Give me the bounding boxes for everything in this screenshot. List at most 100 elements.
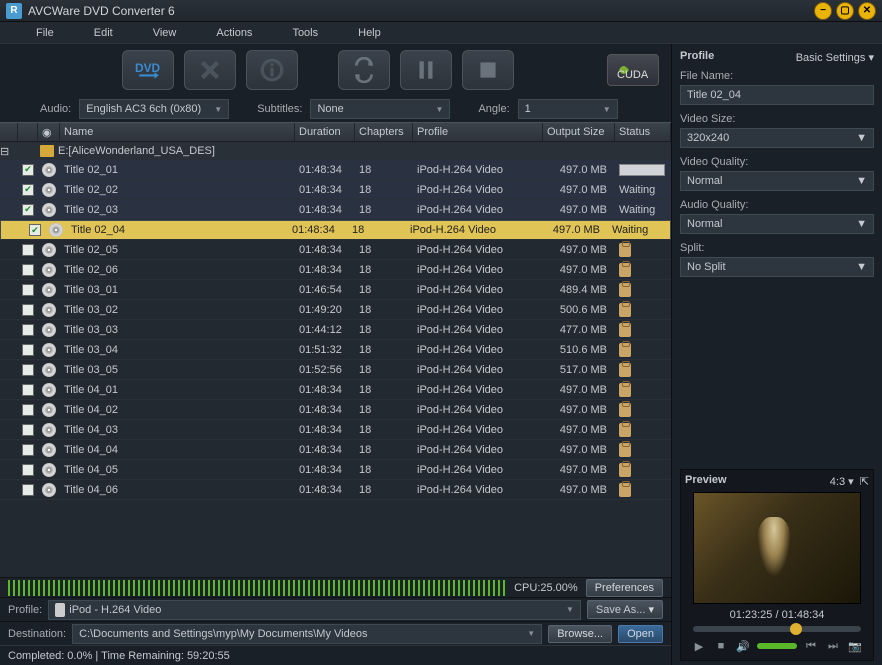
table-row[interactable]: Title 04_0601:48:3418iPod-H.264 Video497… [0,480,671,500]
row-name: Title 02_04 [67,221,288,239]
row-checkbox[interactable] [22,164,34,176]
table-row[interactable]: Title 04_0101:48:3418iPod-H.264 Video497… [0,380,671,400]
row-checkbox[interactable] [22,404,34,416]
col-profile[interactable]: Profile [413,123,543,141]
row-chapters: 18 [355,340,413,359]
split-select[interactable]: No Split▼ [680,257,874,277]
menu-help[interactable]: Help [338,24,401,42]
menu-tools[interactable]: Tools [272,24,338,42]
table-row[interactable]: Title 04_0201:48:3418iPod-H.264 Video497… [0,400,671,420]
row-checkbox[interactable] [22,284,34,296]
table-row[interactable]: Title 03_0301:44:1218iPod-H.264 Video477… [0,320,671,340]
row-checkbox[interactable] [22,264,34,276]
split-label: Split: [680,242,874,254]
row-name: Title 04_02 [60,400,295,419]
info-button[interactable] [246,50,298,90]
table-row[interactable]: Title 02_0401:48:3418iPod-H.264 Video497… [0,220,671,240]
videosize-select[interactable]: 320x240▼ [680,128,874,148]
row-chapters: 18 [355,380,413,399]
save-as-button[interactable]: Save As... ▾ [587,600,663,619]
table-row[interactable]: Title 03_0501:52:5618iPod-H.264 Video517… [0,360,671,380]
row-checkbox[interactable] [22,324,34,336]
audioq-select[interactable]: Normal▼ [680,214,874,234]
popout-icon[interactable]: ⇱ [860,476,869,488]
delete-button[interactable] [184,50,236,90]
row-chapters: 18 [355,240,413,259]
disc-icon [42,363,56,377]
preview-ratio[interactable]: 4:3 ▾ ⇱ [830,475,869,488]
close-button[interactable]: ✕ [858,2,876,20]
open-button[interactable]: Open [618,625,663,643]
pause-button[interactable] [400,50,452,90]
row-checkbox[interactable] [22,184,34,196]
col-status[interactable]: Status [615,123,671,141]
play-button[interactable]: ▶ [691,638,707,654]
subtitles-select[interactable]: None▼ [310,99,450,119]
collapse-icon[interactable]: ⊟ [0,145,18,158]
table-row[interactable]: Title 03_0201:49:2018iPod-H.264 Video500… [0,300,671,320]
row-checkbox[interactable] [22,304,34,316]
title-table[interactable]: ⊟E:[AliceWonderland_USA_DES]Title 02_010… [0,142,671,577]
menu-actions[interactable]: Actions [196,24,272,42]
browse-button[interactable]: Browse... [548,625,612,643]
profile-select[interactable]: iPod - H.264 Video ▼ [48,600,581,620]
disc-icon [42,263,56,277]
table-row[interactable]: Title 04_0401:48:3418iPod-H.264 Video497… [0,440,671,460]
volume-icon[interactable]: 🔊 [735,638,751,654]
audio-select[interactable]: English AC3 6ch (0x80)▼ [79,99,229,119]
minimize-button[interactable]: − [814,2,832,20]
maximize-button[interactable]: ▢ [836,2,854,20]
row-checkbox[interactable] [22,344,34,356]
open-dvd-button[interactable]: DVD [122,50,174,90]
volume-slider[interactable] [757,643,797,649]
destination-field[interactable]: C:\Documents and Settings\myp\My Documen… [72,624,542,644]
preview-image[interactable] [693,492,861,604]
row-checkbox[interactable] [22,364,34,376]
preview-slider[interactable] [693,626,861,632]
row-profile: iPod-H.264 Video [413,200,543,219]
table-row[interactable]: Title 02_0101:48:3418iPod-H.264 Video497… [0,160,671,180]
row-checkbox[interactable] [22,484,34,496]
row-checkbox[interactable] [22,244,34,256]
menu-edit[interactable]: Edit [74,24,133,42]
profile-row: Profile: iPod - H.264 Video ▼ Save As...… [0,597,671,621]
status-text: Waiting [612,224,648,236]
table-row[interactable]: Title 03_0101:46:5418iPod-H.264 Video489… [0,280,671,300]
col-duration[interactable]: Duration [295,123,355,141]
col-name[interactable]: Name [60,123,295,141]
row-checkbox[interactable] [29,224,41,236]
row-checkbox[interactable] [22,444,34,456]
row-checkbox[interactable] [22,424,34,436]
convert-button[interactable] [338,50,390,90]
cuda-button[interactable]: CUDA [607,54,659,86]
angle-select[interactable]: 1▼ [518,99,618,119]
table-row[interactable]: Title 02_0501:48:3418iPod-H.264 Video497… [0,240,671,260]
ipod-icon [55,603,65,617]
table-row[interactable]: Title 02_0601:48:3418iPod-H.264 Video497… [0,260,671,280]
table-row[interactable]: Title 02_0201:48:3418iPod-H.264 Video497… [0,180,671,200]
preferences-button[interactable]: Preferences [586,579,663,597]
prev-frame-button[interactable]: ⏮ [803,638,819,654]
row-profile: iPod-H.264 Video [413,280,543,299]
stop-preview-button[interactable]: ■ [713,638,729,654]
stop-button[interactable] [462,50,514,90]
snapshot-button[interactable]: 📷 [847,638,863,654]
col-chapters[interactable]: Chapters [355,123,413,141]
table-row[interactable]: Title 03_0401:51:3218iPod-H.264 Video510… [0,340,671,360]
next-frame-button[interactable]: ⏭ [825,638,841,654]
table-row[interactable]: Title 04_0301:48:3418iPod-H.264 Video497… [0,420,671,440]
row-checkbox[interactable] [22,204,34,216]
menu-file[interactable]: File [16,24,74,42]
videoq-select[interactable]: Normal▼ [680,171,874,191]
filename-field[interactable]: Title 02_04 [680,85,874,105]
disc-icon [42,463,56,477]
row-checkbox[interactable] [22,384,34,396]
table-row[interactable]: Title 02_0301:48:3418iPod-H.264 Video497… [0,200,671,220]
row-name: Title 04_06 [60,480,295,499]
menu-view[interactable]: View [133,24,197,42]
row-checkbox[interactable] [22,464,34,476]
col-output-size[interactable]: Output Size [543,123,615,141]
table-row[interactable]: Title 04_0501:48:3418iPod-H.264 Video497… [0,460,671,480]
toolbar: DVD CUDA [0,44,671,96]
panel-mode-toggle[interactable]: Basic Settings ▾ [796,51,874,64]
